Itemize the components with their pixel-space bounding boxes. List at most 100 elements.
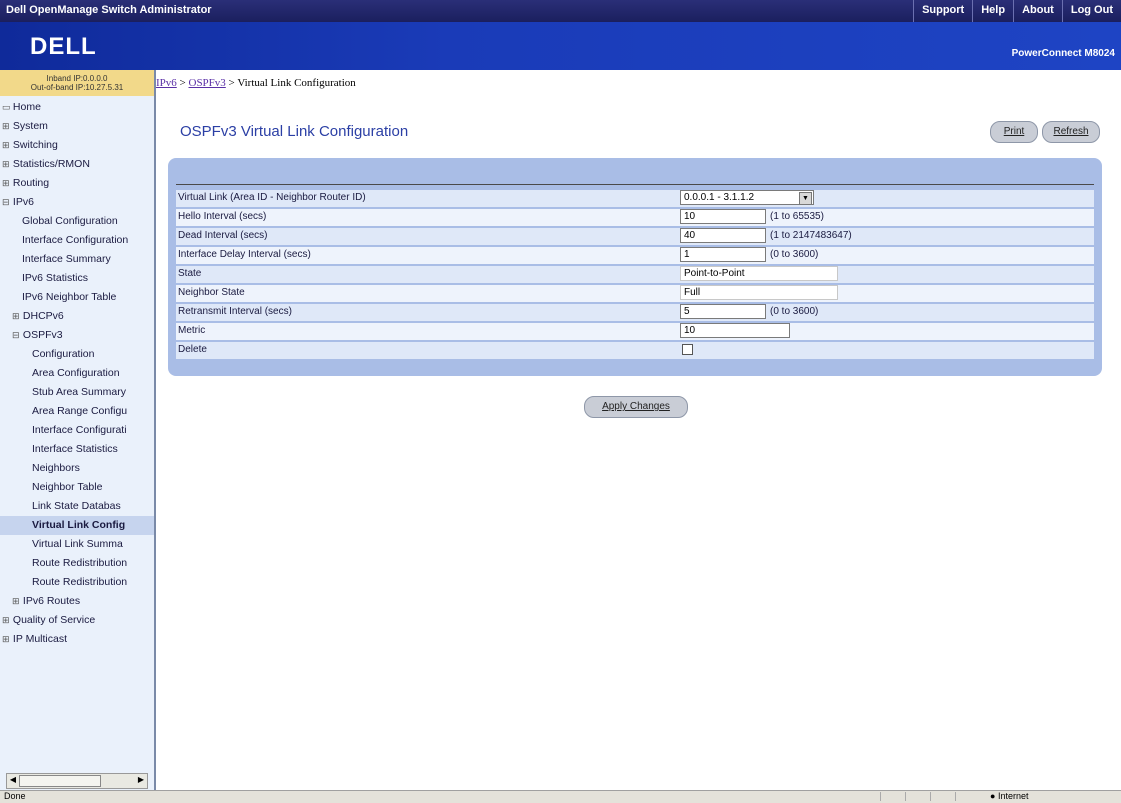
- tree-item[interactable]: Interface Configurati: [0, 421, 154, 440]
- dead-range: (1 to 2147483647): [770, 230, 852, 241]
- tree-item-label: Interface Configurati: [32, 424, 127, 436]
- delete-checkbox[interactable]: [682, 344, 693, 355]
- tree-item[interactable]: Area Configuration: [0, 364, 154, 383]
- tree-item[interactable]: Link State Databas: [0, 497, 154, 516]
- apply-changes-button[interactable]: Apply Changes: [584, 396, 688, 418]
- virtual-link-select[interactable]: 0.0.0.1 - 3.1.1.2 ▼: [680, 190, 814, 205]
- form-row-delete: Delete: [176, 342, 1094, 359]
- tree-item[interactable]: Stub Area Summary: [0, 383, 154, 402]
- tree-item-label: Switching: [12, 139, 58, 151]
- form-row-hello: Hello Interval (secs) 10 (1 to 65535): [176, 209, 1094, 226]
- tree-item-label: Interface Statistics: [32, 443, 118, 455]
- tree-item[interactable]: ⊞ Quality of Service: [0, 611, 154, 630]
- tree-item[interactable]: ⊟ OSPFv3: [0, 326, 154, 345]
- chevron-down-icon[interactable]: ▼: [799, 192, 812, 205]
- tree-item[interactable]: Interface Configuration: [0, 231, 154, 250]
- tree-item[interactable]: ⊞ Switching: [0, 136, 154, 155]
- state-label: State: [178, 268, 202, 279]
- product-name: PowerConnect M8024: [1011, 48, 1115, 59]
- panel-divider: [176, 184, 1094, 185]
- security-zone: ● Internet: [990, 791, 1029, 801]
- status-cell: [955, 792, 976, 801]
- expand-icon[interactable]: ⊞: [2, 136, 10, 155]
- tree-item[interactable]: Neighbors: [0, 459, 154, 478]
- tree-item[interactable]: Virtual Link Config: [0, 516, 154, 535]
- tree-item-label: IPv6 Statistics: [22, 272, 88, 284]
- state-value: Point-to-Point: [680, 266, 838, 281]
- page-title: OSPFv3 Virtual Link Configuration: [180, 123, 409, 140]
- tree-item-label: Area Range Configu: [32, 405, 128, 417]
- tree-item-label: Neighbor Table: [32, 481, 103, 493]
- tree-item[interactable]: Route Redistribution: [0, 573, 154, 592]
- collapse-icon[interactable]: ⊟: [12, 326, 20, 345]
- tree-item[interactable]: Interface Summary: [0, 250, 154, 269]
- expand-icon[interactable]: ⊞: [12, 592, 20, 611]
- retransmit-interval-input[interactable]: 5: [680, 304, 766, 319]
- tree-item[interactable]: Virtual Link Summa: [0, 535, 154, 554]
- home-icon[interactable]: ▭: [2, 98, 11, 117]
- tree-item-label: Interface Summary: [22, 253, 111, 265]
- tree-item[interactable]: ⊞ System: [0, 117, 154, 136]
- collapse-icon[interactable]: ⊟: [2, 193, 10, 212]
- about-link[interactable]: About: [1013, 0, 1062, 22]
- tree-item[interactable]: IPv6 Statistics: [0, 269, 154, 288]
- tree-item[interactable]: Route Redistribution: [0, 554, 154, 573]
- tree-item[interactable]: Configuration: [0, 345, 154, 364]
- breadcrumb-ospfv3[interactable]: OSPFv3: [189, 77, 226, 89]
- tree-item[interactable]: ⊞ DHCPv6: [0, 307, 154, 326]
- tree-item[interactable]: Area Range Configu: [0, 402, 154, 421]
- scroll-right-icon[interactable]: ▶: [135, 774, 147, 786]
- expand-icon[interactable]: ⊞: [2, 611, 10, 630]
- navigation-pane: Inband IP:0.0.0.0 Out-of-band IP:10.27.5…: [0, 70, 156, 790]
- expand-icon[interactable]: ⊞: [2, 155, 10, 174]
- breadcrumb-ipv6[interactable]: IPv6: [156, 77, 177, 89]
- tree-item[interactable]: Global Configuration: [0, 212, 154, 231]
- metric-input[interactable]: 10: [680, 323, 790, 338]
- refresh-button[interactable]: Refresh: [1042, 121, 1100, 143]
- hello-interval-input[interactable]: 10: [680, 209, 766, 224]
- dead-interval-input[interactable]: 40: [680, 228, 766, 243]
- expand-icon[interactable]: ⊞: [2, 117, 10, 136]
- tree-item-label: Stub Area Summary: [32, 386, 126, 398]
- ip-info: Inband IP:0.0.0.0 Out-of-band IP:10.27.5…: [0, 70, 154, 96]
- delay-interval-input[interactable]: 1: [680, 247, 766, 262]
- help-link[interactable]: Help: [972, 0, 1013, 22]
- status-bar: Done ● Internet: [0, 790, 1121, 803]
- form-row-virtual-link: Virtual Link (Area ID - Neighbor Router …: [176, 190, 1094, 207]
- tree-item-label: Route Redistribution: [32, 557, 128, 569]
- tree-item-label: OSPFv3: [22, 329, 63, 341]
- window-title-bar: Dell OpenManage Switch Administrator Sup…: [0, 0, 1121, 22]
- tree-horizontal-scrollbar[interactable]: ◀ ▶: [6, 773, 148, 789]
- tree-item[interactable]: Neighbor Table: [0, 478, 154, 497]
- scroll-left-icon[interactable]: ◀: [7, 774, 19, 786]
- logout-link[interactable]: Log Out: [1061, 0, 1121, 22]
- tree-item[interactable]: ⊟ IPv6: [0, 193, 154, 212]
- metric-label: Metric: [178, 325, 206, 336]
- tree-item[interactable]: ⊞ IP Multicast: [0, 630, 154, 649]
- top-links: Support Help About Log Out: [913, 0, 1121, 22]
- support-link[interactable]: Support: [913, 0, 972, 22]
- scroll-thumb[interactable]: [19, 775, 101, 787]
- app-title: Dell OpenManage Switch Administrator: [6, 4, 212, 16]
- delete-label: Delete: [178, 344, 207, 355]
- status-cell: [905, 792, 926, 801]
- expand-icon[interactable]: ⊞: [2, 630, 10, 649]
- virtual-link-value: 0.0.0.1 - 3.1.1.2: [684, 192, 755, 203]
- dell-banner: DELL PowerConnect M8024: [0, 22, 1121, 70]
- print-button[interactable]: Print: [990, 121, 1038, 143]
- form-row-state: State Point-to-Point: [176, 266, 1094, 283]
- tree-item[interactable]: ▭ Home: [0, 98, 154, 117]
- hello-range: (1 to 65535): [770, 211, 824, 222]
- tree-item[interactable]: IPv6 Neighbor Table: [0, 288, 154, 307]
- tree-item[interactable]: Interface Statistics: [0, 440, 154, 459]
- expand-icon[interactable]: ⊞: [12, 307, 20, 326]
- tree-item[interactable]: ⊞ Routing: [0, 174, 154, 193]
- tree-item-label: Statistics/RMON: [12, 158, 90, 170]
- retransmit-range: (0 to 3600): [770, 306, 819, 317]
- tree-item-label: System: [12, 120, 48, 132]
- tree-item[interactable]: ⊞ Statistics/RMON: [0, 155, 154, 174]
- tree-item[interactable]: ⊞ IPv6 Routes: [0, 592, 154, 611]
- breadcrumb: IPv6 > OSPFv3 > Virtual Link Configurati…: [156, 70, 1121, 96]
- expand-icon[interactable]: ⊞: [2, 174, 10, 193]
- tree-item-label: Global Configuration: [22, 215, 118, 227]
